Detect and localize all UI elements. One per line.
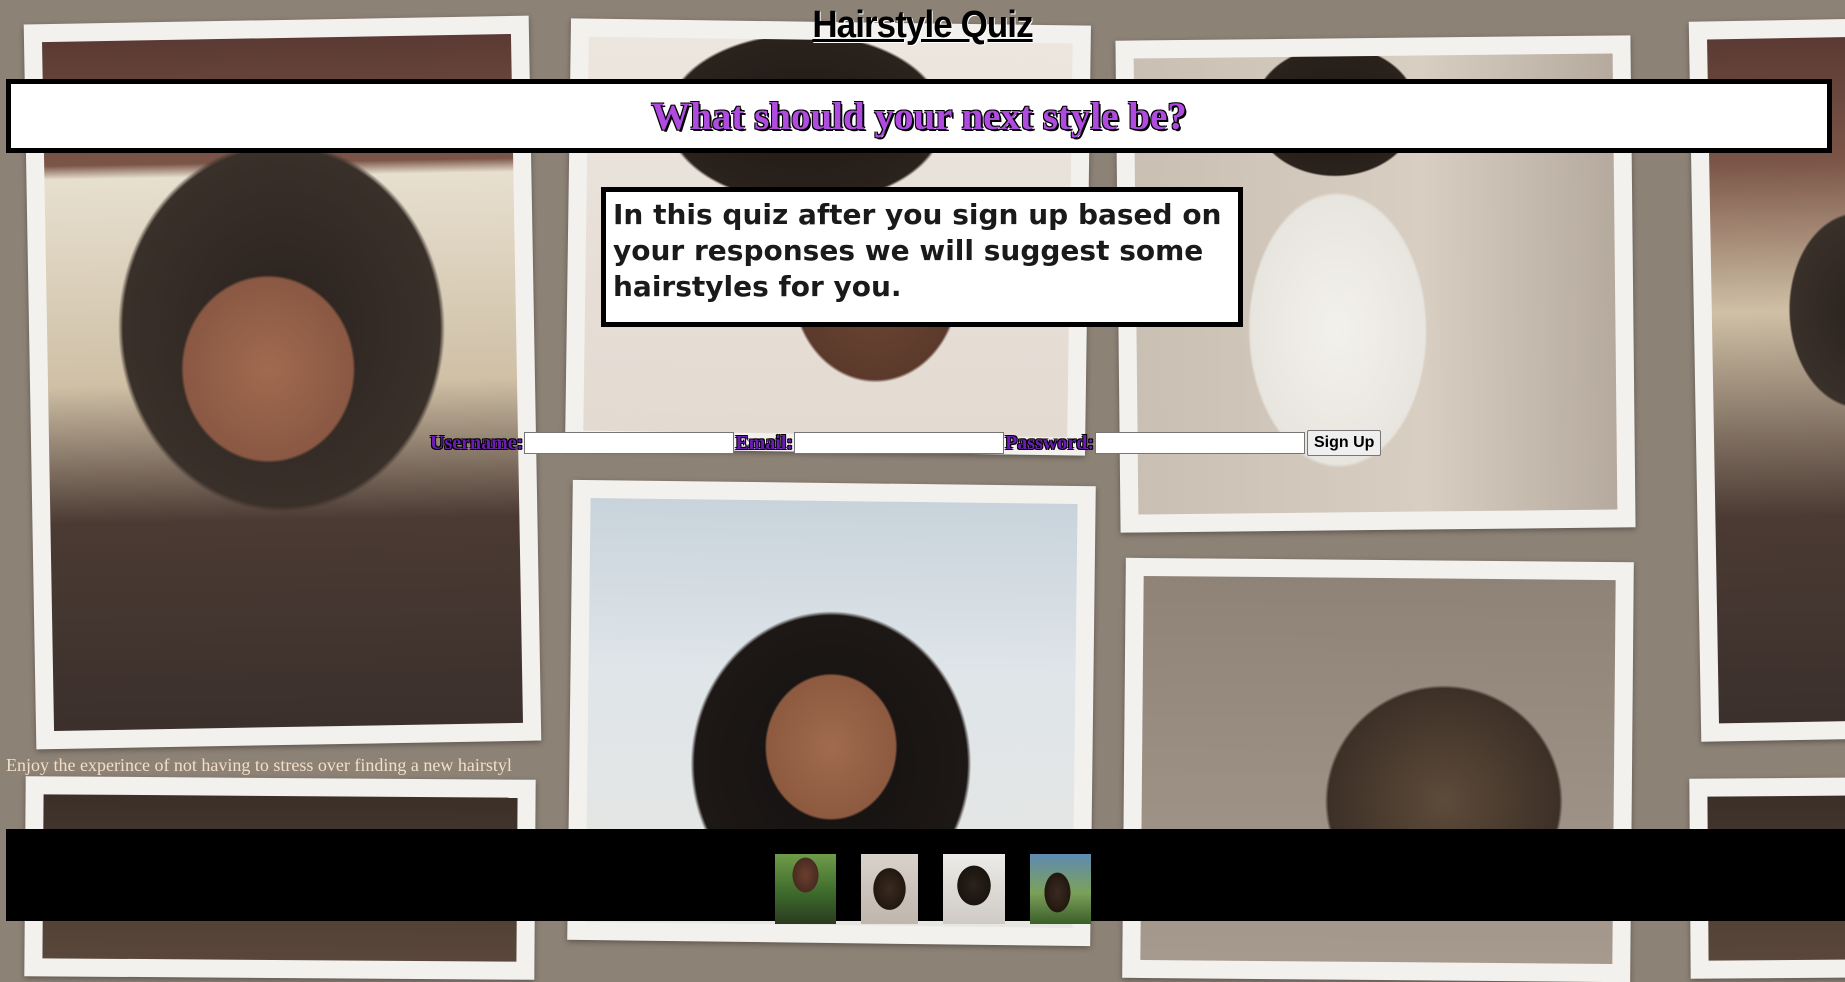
page-title: Hairstyle Quiz <box>812 4 1033 46</box>
subtitle-banner: What should your next style be? <box>6 79 1832 153</box>
tagline-text: Enjoy the experince of not having to str… <box>6 755 512 775</box>
username-input[interactable] <box>524 432 735 454</box>
username-label: Username: <box>430 431 524 454</box>
sign-up-button[interactable]: Sign Up <box>1306 430 1382 456</box>
thumbnail-long-braids[interactable] <box>775 854 836 924</box>
password-label: Password: <box>1005 431 1094 454</box>
thumbnail-sleek-bun[interactable] <box>943 854 1005 924</box>
subtitle-heading: What should your next style be? <box>651 94 1187 138</box>
footer-thumbnail-gallery <box>775 854 1091 924</box>
thumbnail-twists-outdoor[interactable] <box>1030 854 1091 924</box>
signup-form: Username: Email: Password: Sign Up <box>430 430 1382 456</box>
intro-text-box: In this quiz after you sign up based on … <box>601 187 1243 327</box>
password-input[interactable] <box>1094 432 1305 454</box>
email-input[interactable] <box>794 432 1005 454</box>
email-label: Email: <box>735 431 794 454</box>
thumbnail-heart-braids[interactable] <box>861 854 918 924</box>
